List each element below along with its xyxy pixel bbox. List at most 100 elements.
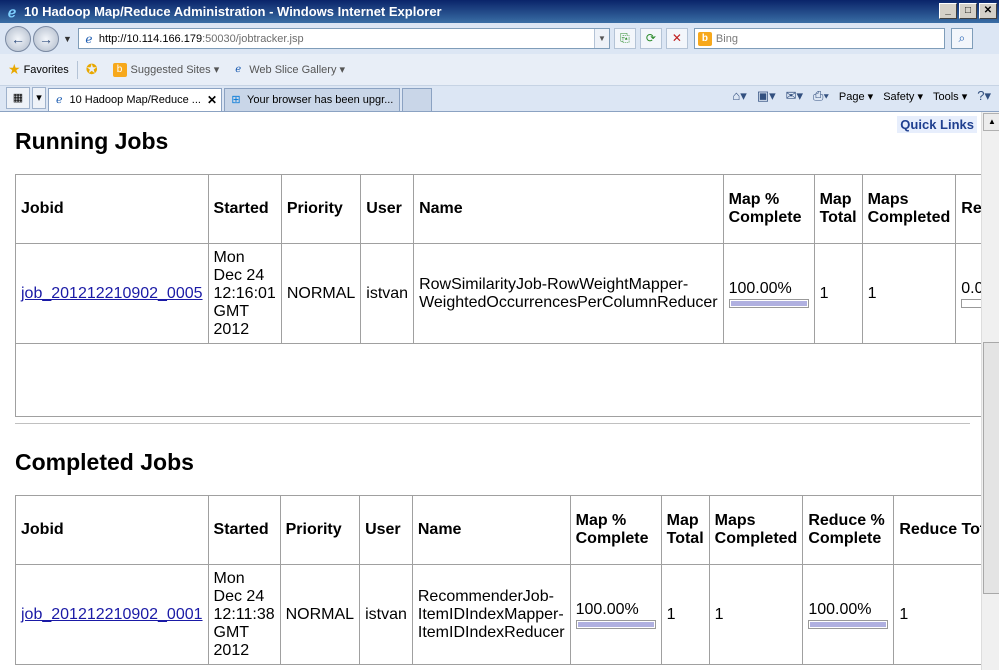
tab-bar: ▦ ▾ ℯ 10 Hadoop Map/Reduce ... ✕ ⊞ Your … — [0, 86, 999, 112]
map-total-cell: 1 — [813, 243, 863, 344]
col-jobid: Jobid — [15, 174, 209, 244]
new-tab-button[interactable] — [402, 88, 432, 111]
search-icon[interactable]: ⌕ — [950, 28, 973, 49]
running-jobs-table: Jobid Started Priority User Name Map % C… — [15, 174, 981, 344]
bing-icon: b — [112, 62, 127, 77]
map-pct-value: 100.00% — [575, 600, 639, 618]
maps-completed-cell: 1 — [708, 564, 804, 665]
reduce-pct-value: 100.00% — [808, 600, 872, 618]
maps-completed-cell: 1 — [861, 243, 957, 344]
map-pct-value: 100.00% — [728, 279, 792, 297]
vertical-scrollbar[interactable]: ▲ — [981, 112, 999, 670]
map-progress-bar — [575, 619, 656, 629]
address-field[interactable]: ℯ http://10.114.166.179:50030/jobtracker… — [77, 28, 610, 49]
reduce-progress-bar — [808, 619, 889, 629]
col-map-total: Map Total — [660, 495, 710, 565]
running-jobs-heading: Running Jobs — [15, 128, 169, 154]
window-title: 10 Hadoop Map/Reduce Administration - Wi… — [24, 4, 442, 19]
progress-fill — [810, 621, 887, 627]
compatibility-view-icon[interactable]: ⎘ — [613, 28, 636, 49]
col-started: Started — [207, 495, 281, 565]
maximize-button[interactable]: □ — [959, 3, 977, 19]
bing-icon: b — [697, 31, 712, 46]
safety-menu[interactable]: Safety ▾ — [883, 90, 923, 103]
tools-menu[interactable]: Tools ▾ — [933, 90, 967, 103]
command-bar: ⌂▾ ▣▾ ✉▾ ⎙▾ Page ▾ Safety ▾ Tools ▾ ?▾ — [732, 88, 991, 104]
home-icon[interactable]: ⌂▾ — [732, 88, 746, 104]
print-icon[interactable]: ⎙▾ — [813, 88, 829, 104]
page-menu[interactable]: Page ▾ — [839, 90, 873, 103]
col-user: User — [359, 495, 413, 565]
refresh-icon[interactable]: ⟳ — [639, 28, 662, 49]
col-maps-completed: Maps Completed — [708, 495, 804, 565]
section-divider — [15, 423, 970, 424]
user-cell: istvan — [360, 243, 415, 344]
reduce-total-cell: 1 — [893, 564, 981, 665]
url-host: http://10.114.166.179 — [98, 32, 203, 45]
close-tab-icon[interactable]: ✕ — [207, 93, 217, 107]
name-cell: RowSimilarityJob-RowWeightMapper-Weighte… — [413, 243, 724, 344]
reduce-pct-value: 0.0 — [961, 279, 981, 297]
address-toolbar: ← → ▼ ℯ http://10.114.166.179:50030/jobt… — [0, 23, 999, 54]
table-header-row: Jobid Started Priority User Name Map % C… — [15, 495, 981, 565]
scroll-up-icon[interactable]: ▲ — [983, 113, 999, 131]
feeds-icon[interactable]: ▣▾ — [757, 88, 776, 104]
col-user: User — [360, 174, 415, 244]
priority-cell: NORMAL — [280, 243, 362, 344]
favorites-item-web-slice-gallery[interactable]: ℯ Web Slice Gallery ▾ — [231, 63, 345, 77]
windows-icon: ⊞ — [231, 94, 241, 106]
favorites-item-label: Web Slice Gallery ▾ — [249, 64, 346, 76]
add-favorite-icon[interactable]: ✪ — [86, 61, 98, 78]
tab-list-dropdown-icon[interactable]: ▾ — [32, 87, 46, 109]
col-map-pct: Map % Complete — [569, 495, 662, 565]
col-map-total: Map Total — [813, 174, 863, 244]
table-row: job_201212210902_0005 Mon Dec 24 12:16:0… — [15, 243, 981, 344]
col-reduce-pct: Reduce % Complete — [802, 495, 895, 565]
table-header-row: Jobid Started Priority User Name Map % C… — [15, 174, 981, 244]
col-maps-completed: Maps Completed — [861, 174, 957, 244]
col-map-pct: Map % Complete — [722, 174, 815, 244]
history-dropdown-icon[interactable]: ▼ — [63, 34, 72, 44]
favorites-bar: ★ Favorites ✪ b Suggested Sites ▾ ℯ Web … — [0, 54, 999, 86]
col-reduce-pct: Reduce % Complete — [955, 174, 981, 244]
page-icon: ℯ — [235, 63, 242, 75]
favorites-item-suggested-sites[interactable]: b Suggested Sites ▾ — [112, 62, 220, 77]
col-priority: Priority — [280, 174, 362, 244]
minimize-button[interactable]: _ — [939, 3, 957, 19]
quick-links-link[interactable]: Quick Links — [897, 116, 977, 133]
forward-button[interactable]: → — [33, 25, 59, 52]
priority-cell: NORMAL — [279, 564, 361, 665]
progress-fill — [730, 300, 807, 306]
stop-icon[interactable]: ✕ — [665, 28, 688, 49]
help-icon[interactable]: ?▾ — [977, 88, 991, 104]
favorites-item-label: Suggested Sites ▾ — [130, 64, 220, 76]
progress-fill — [577, 621, 654, 627]
mail-icon[interactable]: ✉▾ — [786, 88, 803, 104]
tab-browser-upgraded[interactable]: ⊞ Your browser has been upgr... — [224, 88, 400, 111]
col-name: Name — [411, 495, 571, 565]
page-icon: ℯ — [85, 31, 93, 46]
tab-label: 10 Hadoop Map/Reduce ... — [69, 94, 201, 106]
completed-jobs-table: Jobid Started Priority User Name Map % C… — [15, 495, 981, 665]
favorites-separator — [76, 60, 78, 79]
job-link[interactable]: job_201212210902_0005 — [21, 285, 203, 302]
scroll-thumb[interactable] — [983, 342, 999, 594]
jobid-cell: job_201212210902_0001 — [15, 564, 209, 665]
reduce-pct-cell: 0.0 — [955, 243, 981, 344]
tab-hadoop[interactable]: ℯ 10 Hadoop Map/Reduce ... ✕ — [48, 88, 222, 111]
back-button[interactable]: ← — [5, 25, 31, 52]
address-dropdown-icon[interactable]: ▼ — [593, 29, 609, 48]
page-content: Quick Links Running Jobs Jobid Started P… — [0, 112, 981, 670]
started-cell: Mon Dec 24 12:11:38 GMT 2012 — [207, 564, 281, 665]
close-window-button[interactable]: ✕ — [979, 3, 997, 19]
col-jobid: Jobid — [15, 495, 209, 565]
quick-tabs-icon[interactable]: ▦ — [6, 87, 30, 109]
ie-icon: ℯ — [7, 3, 17, 20]
map-pct-cell: 100.00% — [722, 243, 815, 344]
map-total-cell: 1 — [660, 564, 710, 665]
job-link[interactable]: job_201212210902_0001 — [21, 606, 203, 623]
table-row: job_201212210902_0001 Mon Dec 24 12:11:3… — [15, 564, 981, 665]
favorites-button[interactable]: Favorites — [24, 64, 69, 76]
map-progress-bar — [728, 298, 809, 308]
search-input[interactable]: b Bing — [693, 28, 945, 49]
